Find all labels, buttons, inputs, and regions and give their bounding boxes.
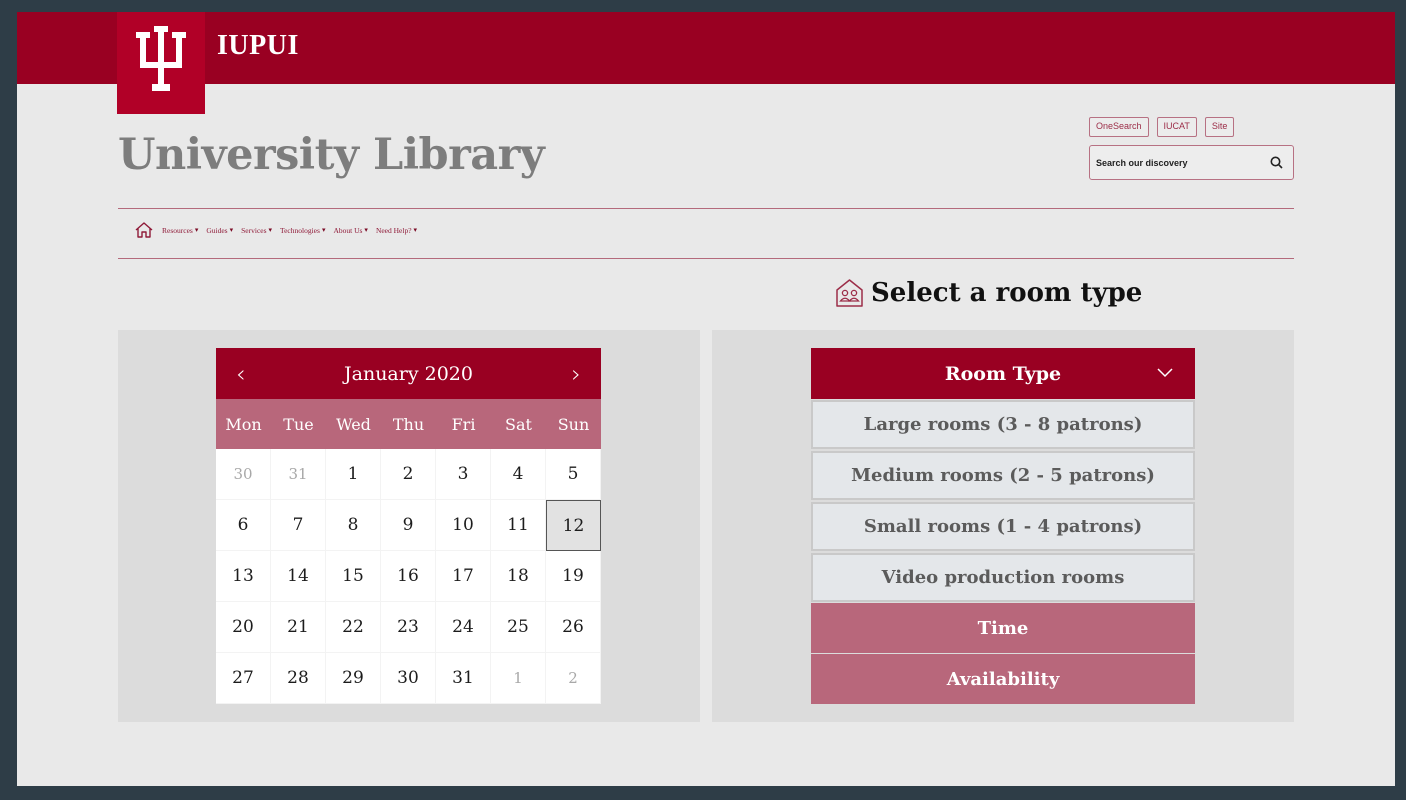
nav-label: Resources (162, 225, 193, 235)
nav-label: About Us (333, 225, 363, 235)
calendar-day[interactable]: 1 (326, 449, 381, 500)
calendar-day[interactable]: 6 (216, 500, 271, 551)
home-icon[interactable] (134, 221, 154, 239)
room-type-dropdown[interactable]: Room Type (811, 348, 1195, 399)
time-step-button[interactable]: Time (811, 603, 1195, 653)
calendar-day[interactable]: 19 (546, 551, 601, 602)
weekday-label: Tue (283, 414, 314, 434)
room-option-medium[interactable]: Medium rooms (2 - 5 patrons) (811, 451, 1195, 500)
nav-label: Need Help? (375, 225, 412, 235)
prev-month-button[interactable]: ‹ (236, 362, 246, 386)
calendar-day[interactable]: 16 (381, 551, 436, 602)
chevron-down-icon (1157, 368, 1173, 378)
chevron-down-icon: ▾ (364, 226, 368, 234)
calendar-day[interactable]: 5 (546, 449, 601, 500)
top-bar: IUPUI (17, 12, 1395, 84)
chevron-down-icon: ▾ (229, 226, 234, 234)
main-nav: Resources ▾ Guides ▾ Services ▾ Technologie… (134, 221, 417, 239)
calendar-month-label: January 2020 (344, 362, 473, 385)
calendar-day[interactable]: 28 (271, 653, 326, 704)
room-option-large[interactable]: Large rooms (3 - 8 patrons) (811, 400, 1195, 449)
weekday-label: Wed (336, 414, 371, 434)
weekday-label: Sun (557, 414, 590, 434)
calendar-day[interactable]: 31 (436, 653, 491, 704)
weekday-label: Sat (505, 414, 532, 434)
calendar-day-selected[interactable]: 12 (546, 500, 601, 551)
calendar-day[interactable]: 1 (491, 653, 546, 704)
calendar-day[interactable]: 29 (326, 653, 381, 704)
calendar-header: ‹ January 2020 › (216, 348, 601, 399)
calendar-day[interactable]: 13 (216, 551, 271, 602)
divider-bottom (118, 258, 1294, 259)
next-month-button[interactable]: › (571, 362, 581, 386)
section-title: Select a room type (871, 278, 1143, 308)
calendar-day[interactable]: 3 (436, 449, 491, 500)
calendar-day[interactable]: 15 (326, 551, 381, 602)
section-heading: Select a room type (835, 278, 1142, 308)
nav-label: Services (241, 225, 267, 235)
search-icon[interactable] (1270, 156, 1283, 169)
calendar-day[interactable]: 18 (491, 551, 546, 602)
calendar-day[interactable]: 23 (381, 602, 436, 653)
calendar-day[interactable]: 2 (381, 449, 436, 500)
nav-about-us[interactable]: About Us ▾ (333, 226, 367, 235)
calendar-day[interactable]: 9 (381, 500, 436, 551)
calendar-day[interactable]: 24 (436, 602, 491, 653)
weekday-label: Fri (451, 414, 476, 434)
calendar-day[interactable]: 26 (546, 602, 601, 653)
calendar-day[interactable]: 10 (436, 500, 491, 551)
chevron-down-icon: ▾ (413, 226, 418, 234)
iu-logo[interactable] (117, 12, 205, 114)
calendar-day[interactable]: 22 (326, 602, 381, 653)
calendar-day[interactable]: 4 (491, 449, 546, 500)
calendar-day[interactable]: 20 (216, 602, 271, 653)
nav-guides[interactable]: Guides ▾ (206, 226, 233, 235)
availability-step-button[interactable]: Availability (811, 654, 1195, 704)
calendar-day[interactable]: 8 (326, 500, 381, 551)
calendar-day[interactable]: 17 (436, 551, 491, 602)
calendar-day[interactable]: 21 (271, 602, 326, 653)
search-input[interactable] (1096, 157, 1256, 168)
calendar-day[interactable]: 14 (271, 551, 326, 602)
calendar: ‹ January 2020 › Mon Tue Wed Thu Fri Sat… (216, 348, 601, 704)
weekday-label: Mon (225, 414, 262, 434)
calendar-day[interactable]: 11 (491, 500, 546, 551)
page: IUPUI University Library OneSearch IUCAT… (17, 12, 1395, 786)
calendar-day[interactable]: 30 (381, 653, 436, 704)
nav-resources[interactable]: Resources ▾ (162, 226, 198, 235)
nav-label: Guides (206, 225, 228, 235)
nav-technologies[interactable]: Technologies ▾ (280, 226, 325, 235)
trident-icon (136, 26, 186, 91)
search-box (1089, 145, 1294, 180)
calendar-day[interactable]: 2 (546, 653, 601, 704)
room-type-header-label: Room Type (944, 362, 1062, 385)
calendar-day[interactable]: 30 (216, 449, 271, 500)
chevron-down-icon: ▾ (194, 226, 199, 234)
brand-name[interactable]: IUPUI (217, 30, 299, 62)
search-scope-tabs: OneSearch IUCAT Site (1089, 117, 1235, 137)
tab-onesearch[interactable]: OneSearch (1089, 117, 1149, 137)
calendar-panel: ‹ January 2020 › Mon Tue Wed Thu Fri Sat… (118, 330, 700, 722)
site-title[interactable]: University Library (118, 130, 545, 180)
room-type-panel: Room Type Large rooms (3 - 8 patrons) Me… (712, 330, 1294, 722)
calendar-days-grid: 30 31 1 2 3 4 5 6 7 8 9 10 11 12 13 14 15 16 17 18 19 20 21 22 2… (216, 449, 601, 704)
room-option-small[interactable]: Small rooms (1 - 4 patrons) (811, 502, 1195, 551)
nav-need-help[interactable]: Need Help? ▾ (376, 226, 417, 235)
chevron-down-icon: ▾ (321, 226, 326, 234)
weekday-label: Thu (392, 414, 425, 434)
room-people-icon (836, 279, 863, 307)
nav-services[interactable]: Services ▾ (241, 226, 272, 235)
room-option-video[interactable]: Video production rooms (811, 553, 1195, 602)
calendar-day[interactable]: 7 (271, 500, 326, 551)
nav-label: Technologies (280, 225, 320, 235)
calendar-day[interactable]: 31 (271, 449, 326, 500)
calendar-day[interactable]: 25 (491, 602, 546, 653)
tab-iucat[interactable]: IUCAT (1156, 117, 1197, 137)
chevron-down-icon: ▾ (268, 226, 273, 234)
divider-top (118, 208, 1294, 209)
tab-site[interactable]: Site (1204, 117, 1235, 137)
weekday-row: Mon Tue Wed Thu Fri Sat Sun (216, 399, 601, 449)
calendar-day[interactable]: 27 (216, 653, 271, 704)
